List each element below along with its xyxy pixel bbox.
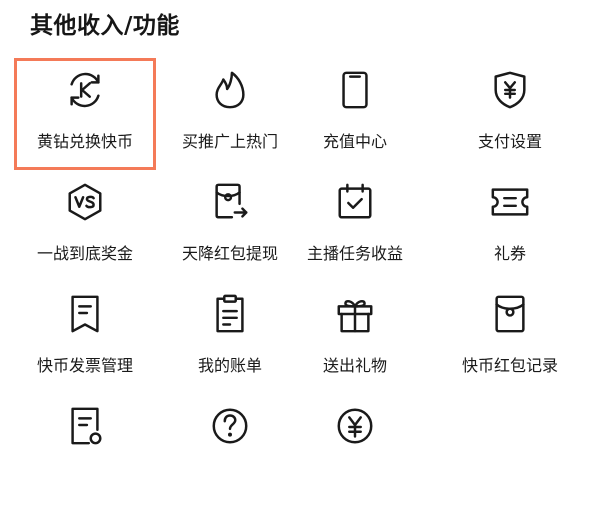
gift-icon [333, 292, 377, 336]
item-label: 礼券 [493, 244, 526, 263]
item-label: 买推广上热门 [181, 132, 278, 151]
item-label: 天降红包提现 [181, 244, 278, 263]
function-grid: 黄钻兑换快币 买推广上热门 充值中心 支付设置 一战到底奖金 天降红包提现 主播… [0, 58, 600, 506]
item-payment-settings[interactable]: 支付设置 [420, 58, 600, 170]
red-packet-icon [488, 292, 532, 336]
item-label: 快币红包记录 [461, 356, 558, 375]
item-help[interactable] [170, 394, 290, 506]
withdraw-icon [208, 180, 252, 224]
item-gift-coupon[interactable]: 礼券 [420, 170, 600, 282]
item-label: 快币发票管理 [36, 356, 133, 375]
item-red-packet-records[interactable]: 快币红包记录 [420, 282, 600, 394]
bill-icon [208, 292, 252, 336]
yen-coin-icon [333, 404, 377, 448]
item-label: 我的账单 [197, 356, 262, 375]
item-label: 送出礼物 [322, 356, 387, 375]
flame-icon [208, 68, 252, 112]
phone-icon [333, 68, 377, 112]
section-title: 其他收入/功能 [30, 13, 180, 39]
item-label: 充值中心 [322, 132, 387, 151]
item-label: 主播任务收益 [306, 244, 403, 263]
item-host-task-earnings[interactable]: 主播任务收益 [290, 170, 420, 282]
vs-badge-icon [63, 180, 107, 224]
item-document-coin[interactable] [0, 394, 170, 506]
item-red-packet-withdraw[interactable]: 天降红包提现 [170, 170, 290, 282]
item-sent-gifts[interactable]: 送出礼物 [290, 282, 420, 394]
item-my-bill[interactable]: 我的账单 [170, 282, 290, 394]
item-label: 支付设置 [477, 132, 542, 151]
invoice-icon [63, 292, 107, 336]
item-label: 黄钻兑换快币 [36, 132, 133, 151]
document-coin-icon [63, 404, 107, 448]
help-icon [208, 404, 252, 448]
item-yellow-diamond-exchange[interactable]: 黄钻兑换快币 [0, 58, 170, 170]
calendar-check-icon [333, 180, 377, 224]
shield-yen-icon [488, 68, 532, 112]
item-battle-bonus[interactable]: 一战到底奖金 [0, 170, 170, 282]
item-label: 一战到底奖金 [36, 244, 133, 263]
item-buy-promotion[interactable]: 买推广上热门 [170, 58, 290, 170]
item-invoice-management[interactable]: 快币发票管理 [0, 282, 170, 394]
item-recharge-center[interactable]: 充值中心 [290, 58, 420, 170]
exchange-k-icon [63, 68, 107, 112]
item-yen-coin[interactable] [290, 394, 420, 506]
ticket-icon [488, 180, 532, 224]
